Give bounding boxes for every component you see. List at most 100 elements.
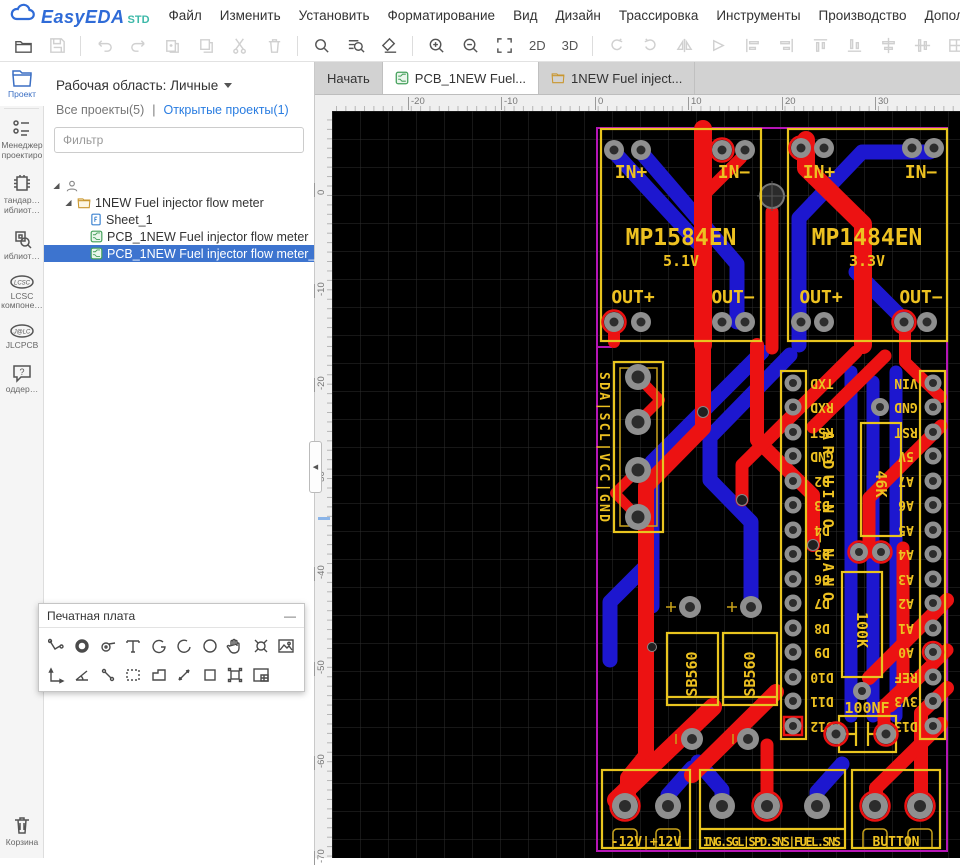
menu-advanced[interactable]: Дополнительно xyxy=(916,8,960,23)
circle-tool-icon[interactable] xyxy=(197,631,223,660)
align-left-icon[interactable] xyxy=(737,33,767,59)
pcb-toolbox-titlebar[interactable]: Печатная плата — xyxy=(39,604,304,628)
align-center-vertical-icon[interactable] xyxy=(907,33,937,59)
module-name: MP1484EN xyxy=(812,225,923,251)
tree-row-pcb1[interactable]: PCB_1NEW Fuel injector flow meter xyxy=(44,228,314,245)
dashed-region-tool-icon[interactable] xyxy=(121,660,147,689)
image-tool-icon[interactable] xyxy=(274,631,300,660)
dimension-tool-icon[interactable] xyxy=(44,660,70,689)
circle-arc-tool-icon[interactable] xyxy=(172,631,198,660)
redo-icon[interactable] xyxy=(123,33,153,59)
sidebar-item-help[interactable]: ? оддер… xyxy=(0,357,44,401)
search-icon[interactable] xyxy=(306,33,336,59)
easyeda-logo[interactable]: EasyEDA STD xyxy=(0,3,160,28)
flip-vertical-icon[interactable] xyxy=(703,33,733,59)
sidebar-item-project[interactable]: Проект xyxy=(0,62,44,106)
measure-tool-icon[interactable] xyxy=(95,660,121,689)
tab-pcb-active[interactable]: PCB_1NEW Fuel... xyxy=(383,62,539,94)
svg-text:D8: D8 xyxy=(814,620,830,635)
filter-input[interactable] xyxy=(54,127,304,153)
tab-start[interactable]: Начать xyxy=(315,62,383,94)
tree-row-project[interactable]: ◢ 1NEW Fuel injector flow meter xyxy=(44,194,314,211)
menu-edit[interactable]: Изменить xyxy=(211,8,290,23)
move-canvas-tool-icon[interactable] xyxy=(223,631,249,660)
align-center-horizontal-icon[interactable] xyxy=(873,33,903,59)
delete-icon[interactable] xyxy=(259,33,289,59)
menu-format[interactable]: Форматирование xyxy=(379,8,505,23)
sidebar-item-standard-libraries[interactable]: тандар… иблиот… xyxy=(0,166,44,222)
rect-tool-icon[interactable] xyxy=(197,660,223,689)
eraser-icon[interactable] xyxy=(374,33,404,59)
all-projects-link[interactable]: Все проекты(5) xyxy=(56,103,144,117)
panelize-tool-icon[interactable] xyxy=(248,660,274,689)
flip-horizontal-icon[interactable] xyxy=(669,33,699,59)
pad-tool-icon[interactable] xyxy=(70,631,96,660)
sidebar-item-library-search[interactable]: иблиот… xyxy=(0,222,44,268)
arc-tool-icon[interactable] xyxy=(146,631,172,660)
minimize-icon[interactable]: — xyxy=(284,609,296,623)
document-tabbar: Начать PCB_1NEW Fuel... 1NEW Fuel inject… xyxy=(315,62,960,95)
open-icon[interactable] xyxy=(8,33,38,59)
menu-file[interactable]: Файл xyxy=(160,8,211,23)
angle-tool-icon[interactable] xyxy=(70,660,96,689)
view-2d-button[interactable]: 2D xyxy=(523,38,552,53)
vruler-label: -50 xyxy=(316,660,327,674)
menu-tools[interactable]: Инструменты xyxy=(707,8,809,23)
align-grid-icon[interactable] xyxy=(941,33,960,59)
pcb-toolbox-title: Печатная плата xyxy=(47,609,135,623)
connector-label: ING.SGL|SPD.SNS|FUEL.SNS xyxy=(703,835,841,849)
via-tool-icon[interactable] xyxy=(95,631,121,660)
caret-expanded-icon[interactable]: ◢ xyxy=(64,198,73,207)
text-tool-icon[interactable] xyxy=(121,631,147,660)
menu-place[interactable]: Установить xyxy=(290,8,379,23)
test-point-tool-icon[interactable] xyxy=(172,660,198,689)
rotate-ccw-icon[interactable] xyxy=(601,33,631,59)
pcb-editor-canvas[interactable]: IN+ IN− MP1584EN 5.1V OUT+ OUT− IN+ IN− … xyxy=(332,111,960,858)
open-projects-link[interactable]: Открытые проекты(1) xyxy=(163,103,288,117)
combine-tool-icon[interactable] xyxy=(223,660,249,689)
tab-project[interactable]: 1NEW Fuel inject... xyxy=(539,62,695,94)
track-tool-icon[interactable] xyxy=(44,631,70,660)
panel-collapse-handle[interactable]: ◀ xyxy=(309,441,322,493)
jlcpcb-icon: J@LC xyxy=(9,323,35,339)
caret-expanded-icon[interactable]: ◢ xyxy=(52,181,61,190)
menu-view[interactable]: Вид xyxy=(504,8,546,23)
view-3d-button[interactable]: 3D xyxy=(556,38,585,53)
tree-row-pcb2-selected[interactable]: PCB_1NEW Fuel injector flow meter_2 xyxy=(44,245,314,262)
zoom-in-icon[interactable] xyxy=(421,33,451,59)
module-voltage: 5.1V xyxy=(663,252,699,270)
flood-fill-tool-icon[interactable] xyxy=(248,631,274,660)
align-top-icon[interactable] xyxy=(805,33,835,59)
align-bottom-icon[interactable] xyxy=(839,33,869,59)
tree-row-user[interactable]: ◢ xyxy=(44,177,314,194)
tree-row-sheet[interactable]: Sheet_1 xyxy=(44,211,314,228)
folder-icon xyxy=(551,72,565,84)
cursor-position-marker xyxy=(318,517,330,520)
menu-route[interactable]: Трассировка xyxy=(610,8,707,23)
menu-design[interactable]: Дизайн xyxy=(547,8,610,23)
find-similar-icon[interactable] xyxy=(340,33,370,59)
zoom-fit-icon[interactable] xyxy=(489,33,519,59)
cut-icon[interactable] xyxy=(225,33,255,59)
sidebar-item-jlcpcb[interactable]: J@LC JLCPCB xyxy=(0,317,44,357)
undo-icon[interactable] xyxy=(89,33,119,59)
project-tree: ◢ ◢ 1NEW Fuel injector flow meter Sheet_… xyxy=(44,177,314,262)
sidebar-item-lcsc[interactable]: LCSC LCSC компоне… xyxy=(0,268,44,318)
custom-region-tool-icon[interactable] xyxy=(146,660,172,689)
user-icon xyxy=(65,179,79,193)
arduino-right-pads xyxy=(923,375,943,735)
zoom-out-icon[interactable] xyxy=(455,33,485,59)
svg-text:LCSC: LCSC xyxy=(14,280,31,286)
menu-fabrication[interactable]: Производство xyxy=(810,8,916,23)
svg-text:GND: GND xyxy=(894,399,918,414)
align-right-icon[interactable] xyxy=(771,33,801,59)
schematic-sheet-icon xyxy=(90,213,102,226)
workspace-header[interactable]: Рабочая область: Личные xyxy=(44,62,314,99)
clone-icon[interactable] xyxy=(191,33,221,59)
rotate-cw-icon[interactable] xyxy=(635,33,665,59)
sidebar-item-trash[interactable]: Корзина xyxy=(0,808,44,854)
paste-icon[interactable] xyxy=(157,33,187,59)
save-icon[interactable] xyxy=(42,33,72,59)
silk-label: OUT+ xyxy=(611,287,655,308)
sidebar-item-design-manager[interactable]: Менеджер проектиро xyxy=(0,111,44,167)
